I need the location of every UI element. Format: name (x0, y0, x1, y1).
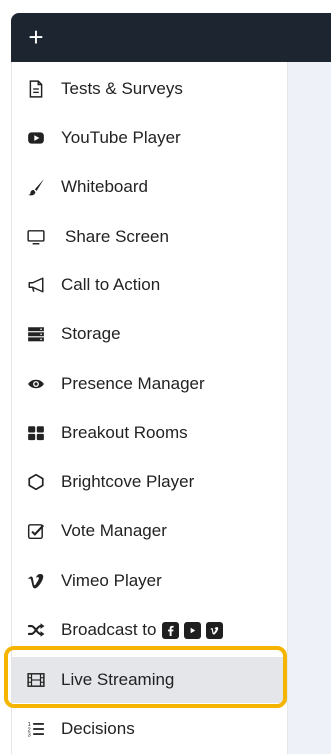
monitor-icon (26, 227, 46, 247)
menu-item-decisions[interactable]: 123 Decisions (12, 706, 288, 752)
film-icon (26, 670, 46, 690)
vimeo-icon (26, 571, 46, 591)
add-feature-menu: Tests & Surveys YouTube Player Whiteboar… (11, 62, 288, 754)
menu-item-tests-surveys[interactable]: Tests & Surveys (12, 66, 288, 112)
facebook-icon (162, 621, 180, 639)
top-toolbar: + (11, 13, 331, 62)
document-icon (26, 79, 46, 99)
menu-item-call-to-action[interactable]: Call to Action (12, 262, 288, 308)
menu-item-label: YouTube Player (61, 128, 181, 147)
checkbox-icon (26, 521, 46, 541)
add-button[interactable]: + (11, 13, 61, 62)
menu-item-broadcast-to[interactable]: Broadcast to (12, 607, 288, 653)
vimeo-icon (206, 621, 224, 639)
ordered-list-icon: 123 (26, 719, 46, 739)
content-area (288, 62, 331, 754)
server-icon (26, 324, 46, 344)
brightcove-icon (26, 472, 46, 492)
menu-item-label: Vote Manager (61, 521, 167, 540)
menu-item-brightcove-player[interactable]: Brightcove Player (12, 459, 288, 505)
megaphone-icon (26, 275, 46, 295)
menu-item-share-screen[interactable]: Share Screen (12, 214, 288, 260)
menu-item-label: Decisions (61, 719, 135, 738)
menu-item-label: Live Streaming (61, 670, 175, 689)
menu-item-label: Call to Action (61, 275, 161, 294)
paintbrush-icon (26, 177, 46, 197)
menu-item-label: Whiteboard (61, 177, 148, 196)
menu-item-label: Tests & Surveys (61, 79, 183, 98)
menu-item-label: Vimeo Player (61, 571, 162, 590)
menu-item-vimeo-player[interactable]: Vimeo Player (12, 558, 288, 604)
menu-item-breakout-rooms[interactable]: Breakout Rooms (12, 410, 288, 456)
menu-item-presence-manager[interactable]: Presence Manager (12, 361, 288, 407)
menu-item-label: Breakout Rooms (61, 423, 188, 442)
menu-item-label: Storage (61, 324, 121, 343)
menu-item-youtube-player[interactable]: YouTube Player (12, 115, 288, 161)
menu-item-vote-manager[interactable]: Vote Manager (12, 508, 288, 554)
menu-item-label: Brightcove Player (61, 472, 195, 491)
menu-item-label: Presence Manager (61, 374, 205, 393)
youtube-icon (26, 128, 46, 148)
menu-item-label: Share Screen (65, 227, 169, 246)
grid-icon (26, 423, 46, 443)
random-icon (26, 620, 46, 640)
menu-item-label: Broadcast to (61, 620, 157, 639)
menu-item-live-streaming[interactable]: Live Streaming (12, 657, 288, 703)
menu-item-whiteboard[interactable]: Whiteboard (12, 164, 288, 210)
menu-item-storage[interactable]: Storage (12, 311, 288, 357)
youtube-icon (184, 621, 202, 639)
svg-text:3: 3 (28, 732, 31, 738)
eye-icon (26, 374, 46, 394)
